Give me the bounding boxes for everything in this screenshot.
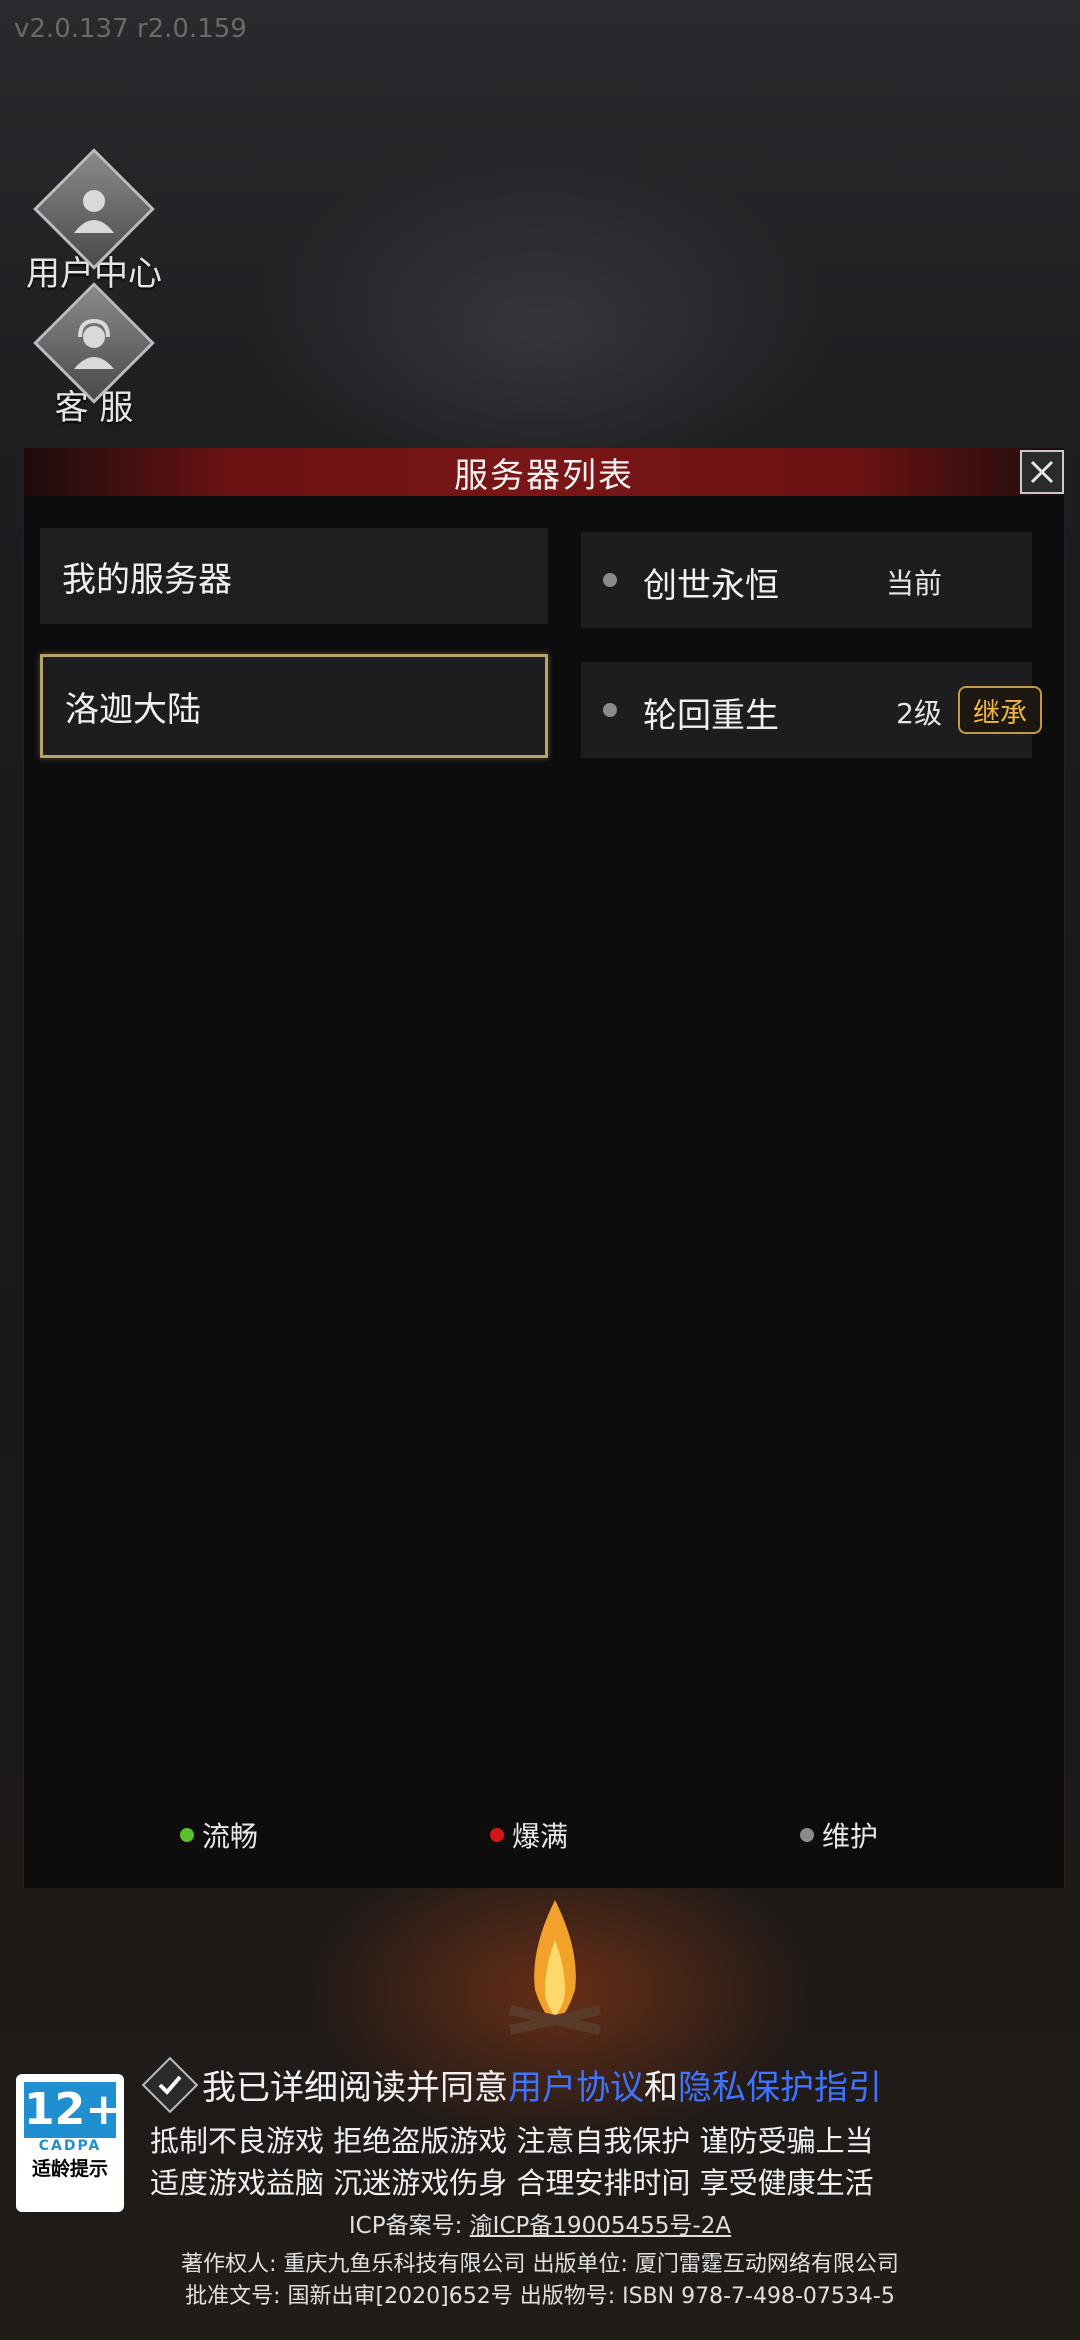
age-rating-badge: 12+ CADPA 适龄提示 (16, 2074, 124, 2212)
user-agreement-link[interactable]: 用户协议 (508, 2060, 644, 2109)
panel-title: 服务器列表 (454, 455, 634, 496)
close-button[interactable] (1020, 450, 1064, 494)
grey-dot-icon (800, 1828, 814, 1842)
current-tag: 当前 (885, 567, 942, 600)
agree-and: 和 (644, 2068, 678, 2108)
agree-text: 我已详细阅读并同意 (202, 2068, 508, 2108)
age-rating: 12+ (24, 2082, 122, 2138)
check-icon (158, 2075, 182, 2095)
server-name: 创世永恒 (643, 566, 779, 606)
legend-smooth: 流畅 (180, 1815, 258, 1855)
user-center-button[interactable]: 用户中心 (14, 148, 174, 295)
inherit-button[interactable]: 继承 (958, 686, 1042, 734)
legend-maintenance: 维护 (800, 1815, 878, 1855)
region-my-servers[interactable]: 我的服务器 (40, 528, 548, 624)
legend-label: 流畅 (202, 1820, 259, 1853)
legend-full: 爆满 (490, 1815, 568, 1855)
health-warning-line1: 抵制不良游戏 拒绝盗版游戏 注意自我保护 谨防受骗上当 (150, 2124, 874, 2158)
panel-header: 服务器列表 (24, 448, 1064, 496)
privacy-guide-link[interactable]: 隐私保护指引 (678, 2060, 882, 2109)
headset-icon (74, 318, 114, 369)
copyright-line: 著作权人: 重庆九鱼乐科技有限公司 出版单位: 厦门雷霆互动网络有限公司 (181, 2252, 899, 2277)
icp-label: ICP备案号: (348, 2213, 463, 2239)
server-name: 轮回重生 (643, 696, 779, 736)
approval-line: 批准文号: 国新出审[2020]652号 出版物号: ISBN 978-7-49… (185, 2284, 895, 2309)
agree-checkbox[interactable] (141, 2056, 199, 2113)
icp-row: ICP备案号: 渝ICP备19005455号-2A (0, 2206, 1080, 2240)
icp-link[interactable]: 渝ICP备19005455号-2A (470, 2213, 731, 2239)
rating-org: CADPA (38, 2138, 102, 2154)
version-text: v2.0.137 r2.0.159 (14, 14, 247, 44)
region-luojia[interactable]: 洛迦大陆 (40, 654, 548, 758)
legend-label: 维护 (822, 1820, 879, 1853)
campfire-icon (508, 1900, 602, 2035)
red-dot-icon (490, 1828, 504, 1842)
rating-label: 适龄提示 (31, 2158, 108, 2180)
level-tag: 2级 (896, 697, 942, 730)
server-list-panel: 服务器列表 我的服务器 洛迦大陆 创世永恒 当前 轮回重生 2级 继承 (22, 448, 1066, 1888)
legend-label: 爆满 (512, 1820, 569, 1853)
server-item-chuangshi[interactable]: 创世永恒 当前 (581, 532, 1032, 628)
status-dot (603, 573, 617, 587)
close-icon (1030, 460, 1054, 484)
customer-service-button[interactable]: 客 服 (14, 282, 174, 429)
health-warning-line2: 适度游戏益脑 沉迷游戏伤身 合理安排时间 享受健康生活 (150, 2166, 874, 2200)
status-dot (603, 703, 617, 717)
region-label: 我的服务器 (62, 559, 232, 600)
agreement-row: 我已详细阅读并同意 用户协议 和 隐私保护指引 (141, 2056, 950, 2113)
region-label: 洛迦大陆 (65, 689, 201, 730)
server-item-lunhui[interactable]: 轮回重生 2级 继承 (581, 662, 1042, 758)
green-dot-icon (180, 1828, 194, 1842)
user-icon (74, 190, 114, 233)
